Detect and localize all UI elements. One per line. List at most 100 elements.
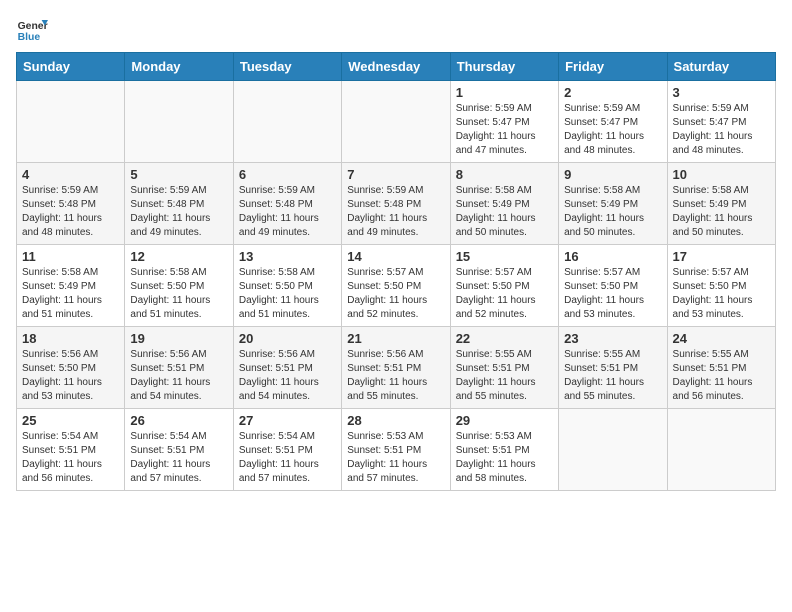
calendar-cell: 20 Sunrise: 5:56 AM Sunset: 5:51 PM Dayli…	[233, 327, 341, 409]
day-number: 20	[239, 331, 336, 346]
day-number: 7	[347, 167, 444, 182]
day-info: Sunrise: 5:55 AM Sunset: 5:51 PM Dayligh…	[564, 348, 661, 404]
calendar-cell	[667, 409, 775, 491]
column-header-tuesday: Tuesday	[233, 53, 341, 81]
day-info: Sunrise: 5:58 AM Sunset: 5:49 PM Dayligh…	[22, 266, 119, 322]
calendar-cell: 1 Sunrise: 5:59 AM Sunset: 5:47 PM Daylig…	[450, 81, 558, 163]
day-number: 6	[239, 167, 336, 182]
day-info: Sunrise: 5:59 AM Sunset: 5:48 PM Dayligh…	[239, 184, 336, 240]
day-info: Sunrise: 5:54 AM Sunset: 5:51 PM Dayligh…	[239, 430, 336, 486]
calendar-cell: 26Sunrise: 5:54 AM Sunset: 5:51 PM Dayli…	[125, 409, 233, 491]
day-info: Sunrise: 5:58 AM Sunset: 5:49 PM Dayligh…	[673, 184, 770, 240]
day-info: Sunrise: 5:55 AM Sunset: 5:51 PM Dayligh…	[456, 348, 553, 404]
day-info: Sunrise: 5:57 AM Sunset: 5:50 PM Dayligh…	[673, 266, 770, 322]
calendar-cell: 8 Sunrise: 5:58 AM Sunset: 5:49 PM Daylig…	[450, 163, 558, 245]
calendar-cell: 24 Sunrise: 5:55 AM Sunset: 5:51 PM Dayli…	[667, 327, 775, 409]
calendar-table: SundayMondayTuesdayWednesdayThursdayFrid…	[16, 52, 776, 491]
calendar-cell	[342, 81, 450, 163]
week-row-2: 4 Sunrise: 5:59 AM Sunset: 5:48 PM Daylig…	[17, 163, 776, 245]
day-info: Sunrise: 5:53 AM Sunset: 5:51 PM Dayligh…	[456, 430, 553, 486]
day-number: 17	[673, 249, 770, 264]
day-number: 14	[347, 249, 444, 264]
column-header-saturday: Saturday	[667, 53, 775, 81]
day-number: 28	[347, 413, 444, 428]
day-info: Sunrise: 5:59 AM Sunset: 5:47 PM Dayligh…	[456, 102, 553, 158]
column-header-thursday: Thursday	[450, 53, 558, 81]
day-number: 26	[130, 413, 227, 428]
day-number: 27	[239, 413, 336, 428]
week-row-3: 11 Sunrise: 5:58 AM Sunset: 5:49 PM Dayli…	[17, 245, 776, 327]
day-number: 24	[673, 331, 770, 346]
calendar-cell: 7 Sunrise: 5:59 AM Sunset: 5:48 PM Daylig…	[342, 163, 450, 245]
page-header: General Blue	[16, 16, 776, 44]
calendar-cell	[233, 81, 341, 163]
column-header-monday: Monday	[125, 53, 233, 81]
day-number: 25	[22, 413, 119, 428]
svg-text:Blue: Blue	[18, 32, 41, 43]
day-info: Sunrise: 5:56 AM Sunset: 5:50 PM Dayligh…	[22, 348, 119, 404]
calendar-cell: 3 Sunrise: 5:59 AM Sunset: 5:47 PM Daylig…	[667, 81, 775, 163]
calendar-cell: 9 Sunrise: 5:58 AM Sunset: 5:49 PM Daylig…	[559, 163, 667, 245]
calendar-cell	[125, 81, 233, 163]
day-number: 5	[130, 167, 227, 182]
calendar-cell: 27 Sunrise: 5:54 AM Sunset: 5:51 PM Dayli…	[233, 409, 341, 491]
day-info: Sunrise: 5:58 AM Sunset: 5:49 PM Dayligh…	[564, 184, 661, 240]
day-number: 3	[673, 85, 770, 100]
day-number: 13	[239, 249, 336, 264]
day-info: Sunrise: 5:58 AM Sunset: 5:50 PM Dayligh…	[239, 266, 336, 322]
day-info: Sunrise: 5:59 AM Sunset: 5:48 PM Dayligh…	[130, 184, 227, 240]
calendar-cell: 10Sunrise: 5:58 AM Sunset: 5:49 PM Dayli…	[667, 163, 775, 245]
calendar-cell: 22Sunrise: 5:55 AM Sunset: 5:51 PM Dayli…	[450, 327, 558, 409]
day-info: Sunrise: 5:58 AM Sunset: 5:49 PM Dayligh…	[456, 184, 553, 240]
calendar-cell: 14 Sunrise: 5:57 AM Sunset: 5:50 PM Dayli…	[342, 245, 450, 327]
day-number: 12	[130, 249, 227, 264]
day-info: Sunrise: 5:57 AM Sunset: 5:50 PM Dayligh…	[347, 266, 444, 322]
day-info: Sunrise: 5:58 AM Sunset: 5:50 PM Dayligh…	[130, 266, 227, 322]
calendar-cell: 15 Sunrise: 5:57 AM Sunset: 5:50 PM Dayli…	[450, 245, 558, 327]
day-number: 1	[456, 85, 553, 100]
day-info: Sunrise: 5:54 AM Sunset: 5:51 PM Dayligh…	[22, 430, 119, 486]
day-info: Sunrise: 5:59 AM Sunset: 5:47 PM Dayligh…	[673, 102, 770, 158]
calendar-cell: 17 Sunrise: 5:57 AM Sunset: 5:50 PM Dayli…	[667, 245, 775, 327]
calendar-cell: 28 Sunrise: 5:53 AM Sunset: 5:51 PM Dayli…	[342, 409, 450, 491]
day-info: Sunrise: 5:57 AM Sunset: 5:50 PM Dayligh…	[456, 266, 553, 322]
week-row-1: 1 Sunrise: 5:59 AM Sunset: 5:47 PM Daylig…	[17, 81, 776, 163]
calendar-cell: 6 Sunrise: 5:59 AM Sunset: 5:48 PM Daylig…	[233, 163, 341, 245]
day-number: 8	[456, 167, 553, 182]
calendar-cell	[17, 81, 125, 163]
calendar-cell: 16 Sunrise: 5:57 AM Sunset: 5:50 PM Dayli…	[559, 245, 667, 327]
logo-icon: General Blue	[16, 16, 48, 44]
day-number: 4	[22, 167, 119, 182]
calendar-cell: 4Sunrise: 5:59 AM Sunset: 5:48 PM Daylig…	[17, 163, 125, 245]
column-header-wednesday: Wednesday	[342, 53, 450, 81]
day-number: 15	[456, 249, 553, 264]
calendar-cell: 13 Sunrise: 5:58 AM Sunset: 5:50 PM Dayli…	[233, 245, 341, 327]
day-info: Sunrise: 5:59 AM Sunset: 5:48 PM Dayligh…	[347, 184, 444, 240]
week-row-5: 25 Sunrise: 5:54 AM Sunset: 5:51 PM Dayli…	[17, 409, 776, 491]
day-info: Sunrise: 5:56 AM Sunset: 5:51 PM Dayligh…	[347, 348, 444, 404]
day-number: 11	[22, 249, 119, 264]
column-header-sunday: Sunday	[17, 53, 125, 81]
day-number: 2	[564, 85, 661, 100]
calendar-cell: 11 Sunrise: 5:58 AM Sunset: 5:49 PM Dayli…	[17, 245, 125, 327]
calendar-cell: 29 Sunrise: 5:53 AM Sunset: 5:51 PM Dayli…	[450, 409, 558, 491]
day-number: 19	[130, 331, 227, 346]
day-info: Sunrise: 5:56 AM Sunset: 5:51 PM Dayligh…	[130, 348, 227, 404]
day-info: Sunrise: 5:55 AM Sunset: 5:51 PM Dayligh…	[673, 348, 770, 404]
day-info: Sunrise: 5:59 AM Sunset: 5:47 PM Dayligh…	[564, 102, 661, 158]
day-number: 18	[22, 331, 119, 346]
day-number: 29	[456, 413, 553, 428]
day-number: 16	[564, 249, 661, 264]
day-number: 9	[564, 167, 661, 182]
day-number: 21	[347, 331, 444, 346]
calendar-cell: 25 Sunrise: 5:54 AM Sunset: 5:51 PM Dayli…	[17, 409, 125, 491]
day-info: Sunrise: 5:57 AM Sunset: 5:50 PM Dayligh…	[564, 266, 661, 322]
day-info: Sunrise: 5:56 AM Sunset: 5:51 PM Dayligh…	[239, 348, 336, 404]
day-number: 23	[564, 331, 661, 346]
calendar-cell: 2 Sunrise: 5:59 AM Sunset: 5:47 PM Daylig…	[559, 81, 667, 163]
calendar-cell	[559, 409, 667, 491]
calendar-cell: 18 Sunrise: 5:56 AM Sunset: 5:50 PM Dayli…	[17, 327, 125, 409]
day-info: Sunrise: 5:53 AM Sunset: 5:51 PM Dayligh…	[347, 430, 444, 486]
calendar-cell: 23 Sunrise: 5:55 AM Sunset: 5:51 PM Dayli…	[559, 327, 667, 409]
calendar-cell: 19 Sunrise: 5:56 AM Sunset: 5:51 PM Dayli…	[125, 327, 233, 409]
